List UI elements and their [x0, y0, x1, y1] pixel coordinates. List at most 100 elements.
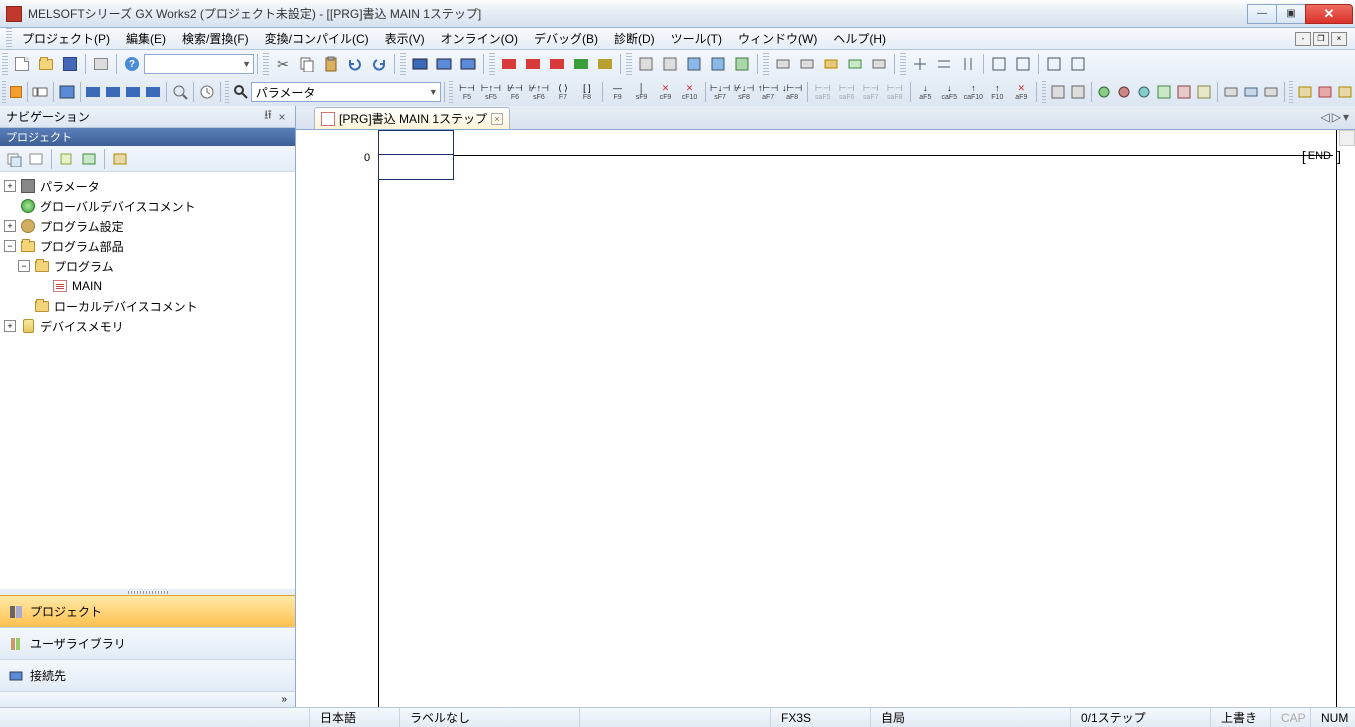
ladder-cell-selected[interactable] — [378, 130, 454, 180]
misc-button-6[interactable] — [1155, 81, 1173, 103]
minimize-button[interactable]: — — [1247, 4, 1277, 24]
tree-node-gcomment[interactable]: グローバルデバイスコメント — [0, 196, 295, 216]
save-button[interactable] — [59, 53, 81, 75]
menu-window[interactable]: ウィンドウ(W) — [730, 28, 825, 49]
dev-button-2[interactable] — [433, 53, 455, 75]
cut-button[interactable]: ✂ — [272, 53, 294, 75]
end-button-1[interactable] — [1296, 81, 1314, 103]
nav-tb-icon-3[interactable] — [57, 149, 77, 169]
ladder-sf8-button[interactable]: ⊬↓⊣sF8 — [733, 81, 755, 103]
menu-diag[interactable]: 診断(D) — [606, 28, 663, 49]
copy-button[interactable] — [296, 53, 318, 75]
dev-icon-3[interactable] — [124, 81, 142, 103]
view-button-2[interactable] — [58, 81, 76, 103]
menu-project[interactable]: プロジェクト(P) — [14, 28, 118, 49]
tool-button-5[interactable] — [868, 53, 890, 75]
end-button-3[interactable] — [1336, 81, 1354, 103]
layout-button-5[interactable] — [1012, 53, 1034, 75]
nav-close-icon[interactable]: × — [275, 110, 289, 124]
monitor-button-1[interactable] — [498, 53, 520, 75]
tab-menu-button[interactable]: ▾ — [1343, 110, 1349, 124]
ladder-saf8-button[interactable]: ⊢⊣saF8 — [884, 81, 906, 103]
tab-next-button[interactable]: ▷ — [1332, 110, 1341, 124]
tool-button-4[interactable] — [844, 53, 866, 75]
nav-toggle-button[interactable] — [9, 81, 23, 103]
monitor-button-5[interactable] — [594, 53, 616, 75]
menu-debug[interactable]: デバッグ(B) — [526, 28, 606, 49]
misc-button-4[interactable] — [1115, 81, 1133, 103]
misc-button-5[interactable] — [1135, 81, 1153, 103]
monitor-button-3[interactable] — [546, 53, 568, 75]
ladder-f7-button[interactable]: ⟨ ⟩F7 — [552, 81, 574, 103]
print-button[interactable] — [90, 53, 112, 75]
dev-button-3[interactable] — [457, 53, 479, 75]
plc-button-4[interactable] — [707, 53, 729, 75]
nav-tb-icon-4[interactable] — [79, 149, 99, 169]
nav-btn-connect[interactable]: 接続先 — [0, 659, 295, 691]
nav-btn-userlib[interactable]: ユーザライブラリ — [0, 627, 295, 659]
search-combo[interactable]: パラメータ▼ — [251, 82, 441, 102]
ladder-sf9-button[interactable]: │sF9 — [631, 81, 653, 103]
ladder-saf7-button[interactable]: ⊢⊣saF7 — [860, 81, 882, 103]
misc-button-11[interactable] — [1262, 81, 1280, 103]
tool-button-2[interactable] — [796, 53, 818, 75]
undo-button[interactable] — [344, 53, 366, 75]
tree-node-param[interactable]: +パラメータ — [0, 176, 295, 196]
tree-node-pparts[interactable]: −プログラム部品 — [0, 236, 295, 256]
help-button[interactable]: ? — [121, 53, 143, 75]
tree-node-program[interactable]: −プログラム — [0, 256, 295, 276]
ladder-f6-button[interactable]: ⊬⊣F6 — [504, 81, 526, 103]
layout-button-1[interactable] — [909, 53, 931, 75]
misc-button-8[interactable] — [1195, 81, 1213, 103]
nav-btn-project[interactable]: プロジェクト — [0, 595, 295, 627]
menu-edit[interactable]: 編集(E) — [118, 28, 174, 49]
ladder-af7-button[interactable]: ↑⊢⊣aF7 — [757, 81, 779, 103]
ladder-cf9-button[interactable]: ✕cF9 — [655, 81, 677, 103]
ladder-f9-button[interactable]: —F9 — [607, 81, 629, 103]
ladder-caf5-button[interactable]: ↓caF5 — [938, 81, 960, 103]
menu-view[interactable]: 表示(V) — [377, 28, 433, 49]
misc-button-1[interactable] — [1049, 81, 1067, 103]
dev-icon-2[interactable] — [104, 81, 122, 103]
tree-node-lcomment[interactable]: ローカルデバイスコメント — [0, 296, 295, 316]
paste-button[interactable] — [320, 53, 342, 75]
view-button-1[interactable] — [31, 81, 49, 103]
misc-button-2[interactable] — [1069, 81, 1087, 103]
menu-tool[interactable]: ツール(T) — [663, 28, 730, 49]
tool-button-3[interactable] — [820, 53, 842, 75]
tree-node-psetting[interactable]: +プログラム設定 — [0, 216, 295, 236]
dev-icon-1[interactable] — [84, 81, 102, 103]
nav-tb-icon-2[interactable] — [26, 149, 46, 169]
plc-button-3[interactable] — [683, 53, 705, 75]
mdi-minimize-button[interactable]: - — [1295, 32, 1311, 46]
menu-help[interactable]: ヘルプ(H) — [825, 28, 894, 49]
mdi-close-button[interactable]: × — [1331, 32, 1347, 46]
find-button[interactable] — [232, 81, 250, 103]
ladder-editor[interactable]: 0 [END ] — [296, 130, 1355, 707]
tab-prev-button[interactable]: ◁ — [1321, 110, 1330, 124]
toolbar-combo-1[interactable]: ▼ — [144, 54, 254, 74]
ladder-af8-button[interactable]: ↓⊢⊣aF8 — [781, 81, 803, 103]
menu-online[interactable]: オンライン(O) — [433, 28, 526, 49]
nav-more-button[interactable]: » — [0, 691, 295, 707]
layout-button-6[interactable] — [1043, 53, 1065, 75]
menu-convert[interactable]: 変換/コンパイル(C) — [257, 28, 377, 49]
nav-tb-icon-1[interactable] — [4, 149, 24, 169]
ladder-f8-button[interactable]: [ ]F8 — [576, 81, 598, 103]
layout-button-4[interactable] — [988, 53, 1010, 75]
ladder-sf6-button[interactable]: ⊬↑⊣sF6 — [528, 81, 550, 103]
dev-icon-4[interactable] — [144, 81, 162, 103]
layout-button-7[interactable] — [1067, 53, 1089, 75]
misc-button-10[interactable] — [1242, 81, 1260, 103]
redo-button[interactable] — [368, 53, 390, 75]
misc-button-7[interactable] — [1175, 81, 1193, 103]
editor-tab-main[interactable]: [PRG]書込 MAIN 1ステップ × — [314, 107, 510, 129]
monitor-button-4[interactable] — [570, 53, 592, 75]
plc-button-1[interactable] — [635, 53, 657, 75]
ladder-saf6-button[interactable]: ⊢⊣saF6 — [836, 81, 858, 103]
menu-search[interactable]: 検索/置換(F) — [174, 28, 257, 49]
pin-icon[interactable]: ⭿ — [261, 106, 275, 127]
ladder-sf5-button[interactable]: ⊢↑⊣sF5 — [480, 81, 502, 103]
ladder-f5-button[interactable]: ⊢⊣F5 — [456, 81, 478, 103]
mdi-restore-button[interactable]: ❐ — [1313, 32, 1329, 46]
